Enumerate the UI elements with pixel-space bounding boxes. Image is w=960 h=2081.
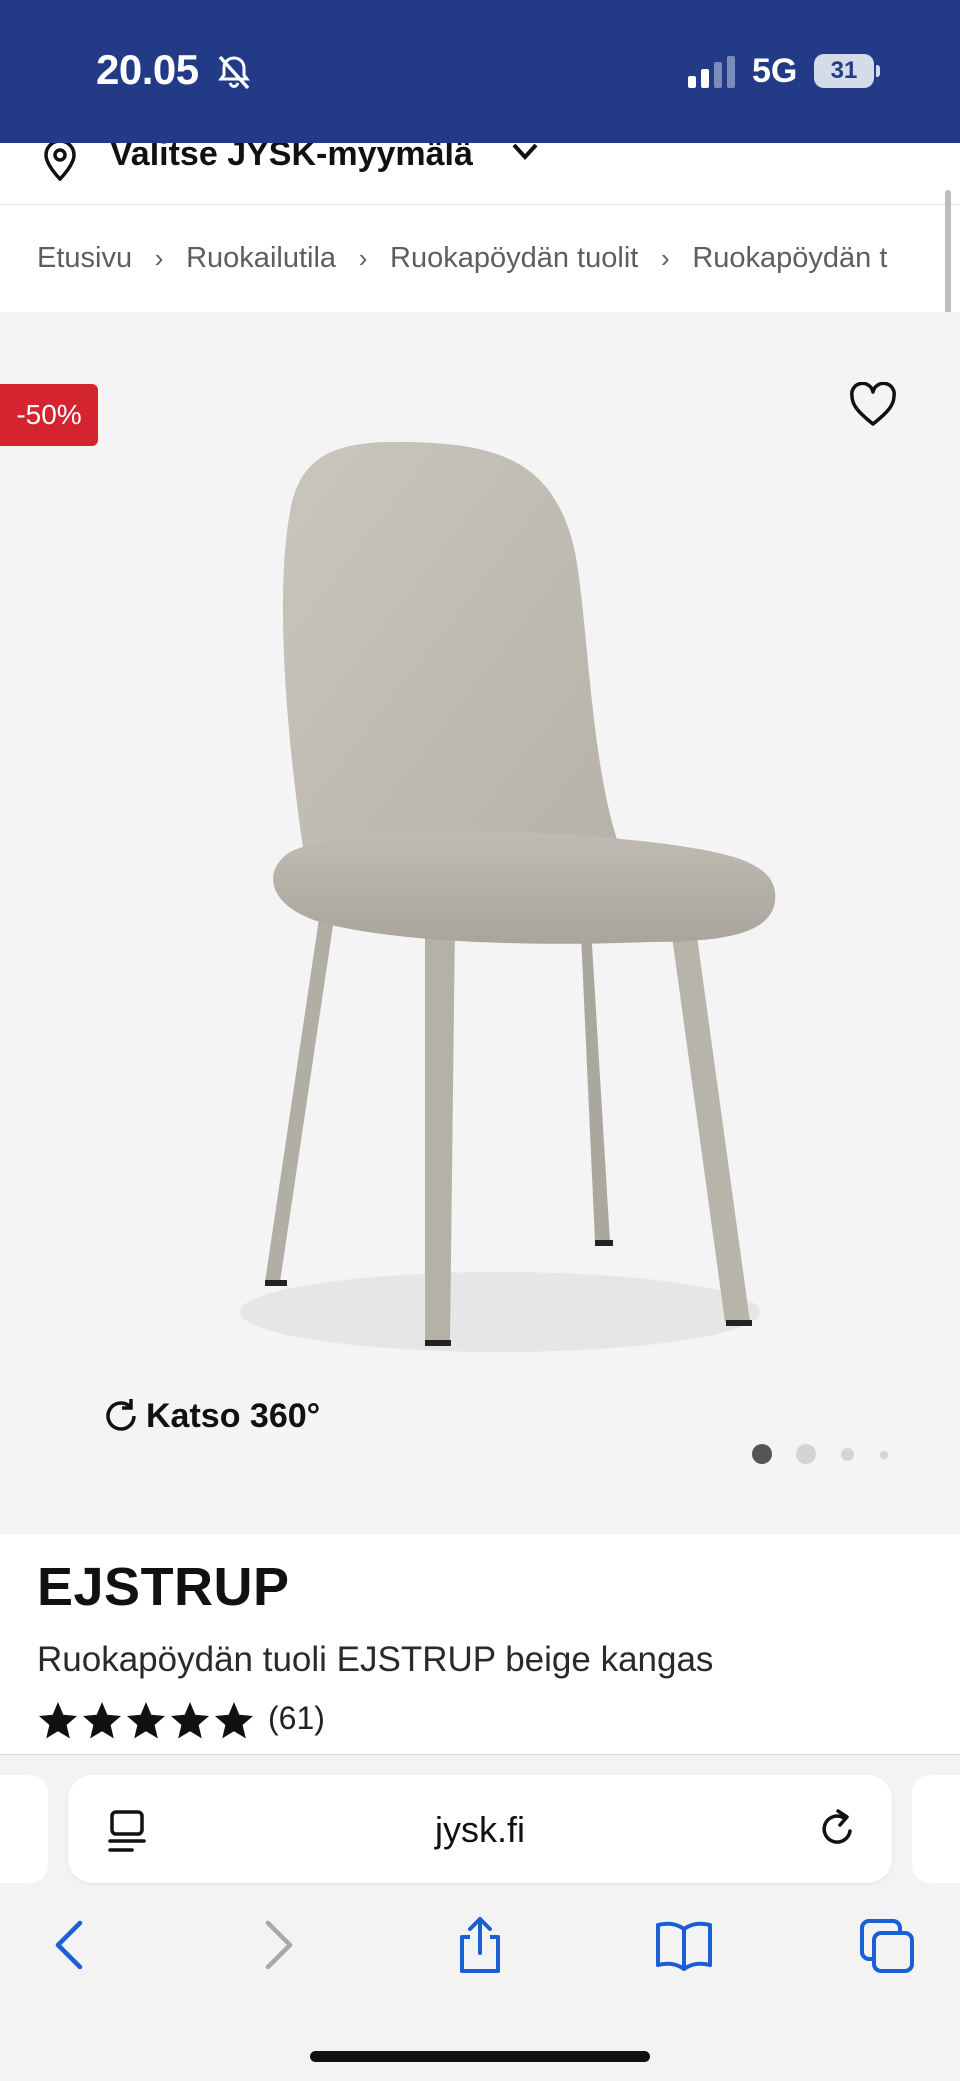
breadcrumb-separator-icon: ›	[358, 243, 368, 273]
product-title: EJSTRUP	[37, 1557, 290, 1617]
previous-tab-preview[interactable]	[0, 1775, 48, 1883]
status-bar: 20.05 5G 31	[0, 0, 960, 143]
tabs-icon[interactable]	[858, 1915, 918, 1975]
share-icon[interactable]	[450, 1915, 510, 1975]
home-indicator[interactable]	[310, 2051, 650, 2062]
product-subtitle: Ruokapöydän tuoli EJSTRUP beige kangas	[37, 1640, 714, 1679]
address-bar[interactable]: jysk.fi	[68, 1775, 892, 1883]
bookmarks-icon[interactable]	[654, 1915, 714, 1975]
chevron-down-icon	[512, 143, 538, 160]
breadcrumb-link-home[interactable]: Etusivu	[37, 242, 132, 275]
bell-muted-icon	[218, 55, 250, 90]
reload-icon[interactable]	[816, 1807, 860, 1851]
gallery-dot-3[interactable]	[841, 1448, 854, 1461]
view-360-button[interactable]: Katso 360°	[100, 1394, 320, 1438]
store-selector[interactable]: Valitse JYSK-myymälä	[0, 143, 960, 205]
next-tab-preview[interactable]	[912, 1775, 960, 1883]
breadcrumb-link-dining[interactable]: Ruokailutila	[186, 242, 336, 275]
location-pin-icon	[44, 143, 76, 181]
breadcrumb-link-current[interactable]: Ruokapöydän t	[692, 242, 887, 275]
battery-level: 31	[830, 57, 858, 84]
discount-badge: -50%	[0, 384, 98, 446]
breadcrumb-link-dining-chairs[interactable]: Ruokapöydän tuolit	[390, 242, 638, 275]
rotate-360-icon	[106, 1399, 136, 1431]
back-icon[interactable]	[42, 1915, 102, 1975]
heart-icon[interactable]	[848, 382, 898, 428]
browser-toolbar: jysk.fi	[0, 1754, 960, 2081]
network-type: 5G	[752, 52, 798, 90]
breadcrumb: Etusivu › Ruokailutila › Ruokapöydän tuo…	[0, 206, 946, 312]
gallery-pagination	[750, 1442, 900, 1472]
breadcrumb-separator-icon: ›	[660, 243, 670, 273]
battery-icon: 31	[814, 54, 880, 88]
product-image-chair	[240, 442, 776, 1352]
review-count[interactable]: (61)	[268, 1700, 325, 1737]
gallery-dot-1[interactable]	[752, 1444, 772, 1464]
url-text: jysk.fi	[435, 1809, 525, 1850]
forward-icon[interactable]	[248, 1915, 308, 1975]
store-selector-label: Valitse JYSK-myymälä	[110, 143, 473, 173]
rating-stars-icon[interactable]	[38, 1700, 254, 1742]
cellular-signal-icon	[688, 56, 735, 88]
gallery-dot-4[interactable]	[880, 1451, 888, 1459]
view-360-label: Katso 360°	[146, 1396, 321, 1435]
breadcrumb-separator-icon: ›	[154, 243, 164, 273]
status-time: 20.05	[96, 46, 199, 93]
gallery-dot-2[interactable]	[796, 1444, 816, 1464]
product-gallery[interactable]: -50% Katso 360°	[0, 312, 960, 1534]
